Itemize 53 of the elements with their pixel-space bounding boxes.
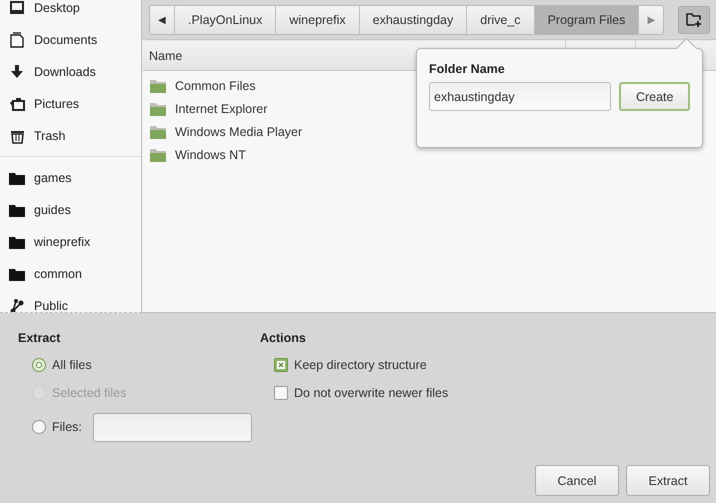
back-button[interactable]: ◀ [150, 6, 175, 34]
section-heading: Extract [18, 331, 62, 347]
path-segment[interactable]: wineprefix [276, 6, 360, 34]
sidebar-item[interactable]: wineprefix [34, 235, 90, 249]
sidebar-item[interactable]: Documents [34, 33, 98, 47]
sidebar-item[interactable]: Pictures [34, 97, 80, 111]
popover-title: Folder Name [429, 62, 506, 76]
create-button[interactable]: Create [619, 82, 690, 111]
download-arrow-icon [11, 65, 23, 79]
checkbox[interactable] [274, 386, 288, 400]
file-name[interactable]: Windows Media Player [175, 124, 302, 138]
radio-button[interactable] [32, 420, 46, 434]
path-segment[interactable]: exhaustingday [360, 6, 468, 34]
extract-button[interactable]: Extract [626, 465, 710, 496]
camera-icon [10, 97, 24, 111]
new-folder-button[interactable] [678, 6, 710, 34]
sidebar-item[interactable]: Desktop [34, 1, 80, 15]
files-field[interactable] [92, 412, 252, 442]
monitor-icon [10, 1, 24, 15]
folder-icon [150, 148, 166, 162]
checkbox-label[interactable]: Do not overwrite newer files [294, 386, 448, 400]
path-segment[interactable]: .PlayOnLinux [175, 6, 276, 34]
new-folder-icon [686, 12, 702, 26]
folder-name-field[interactable]: exhaustingday [429, 82, 612, 111]
radio-label[interactable]: Files: [52, 420, 82, 434]
column-header[interactable]: Name [149, 48, 182, 62]
section-heading: Actions [260, 331, 307, 347]
sidebar-item[interactable]: guides [34, 203, 71, 217]
document-icon [10, 32, 24, 48]
folder-icon [150, 78, 166, 92]
checkbox[interactable] [274, 358, 288, 372]
share-icon [10, 298, 24, 312]
sidebar-item[interactable]: Public [34, 299, 68, 312]
folder-icon [9, 204, 25, 216]
folder-icon [9, 268, 25, 280]
folder-icon [9, 236, 25, 248]
path-segment[interactable]: Program Files [534, 6, 640, 34]
path-segment[interactable]: drive_c [467, 6, 535, 34]
checkbox-label[interactable]: Keep directory structure [294, 358, 427, 372]
radio-label[interactable]: All files [52, 358, 92, 372]
radio-button[interactable] [32, 358, 46, 372]
folder-icon [150, 124, 166, 138]
sidebar-item[interactable]: Downloads [34, 65, 96, 79]
folder-icon [9, 172, 25, 184]
sidebar-item[interactable]: games [34, 171, 72, 185]
folder-icon [150, 102, 166, 116]
trash-icon [10, 128, 24, 144]
file-name[interactable]: Internet Explorer [175, 102, 268, 116]
file-name[interactable]: Windows NT [175, 148, 246, 162]
cancel-button[interactable]: Cancel [535, 465, 619, 496]
file-name[interactable]: Common Files [175, 78, 256, 92]
sidebar-item[interactable]: common [34, 267, 82, 281]
sidebar-item[interactable]: Trash [34, 129, 66, 143]
